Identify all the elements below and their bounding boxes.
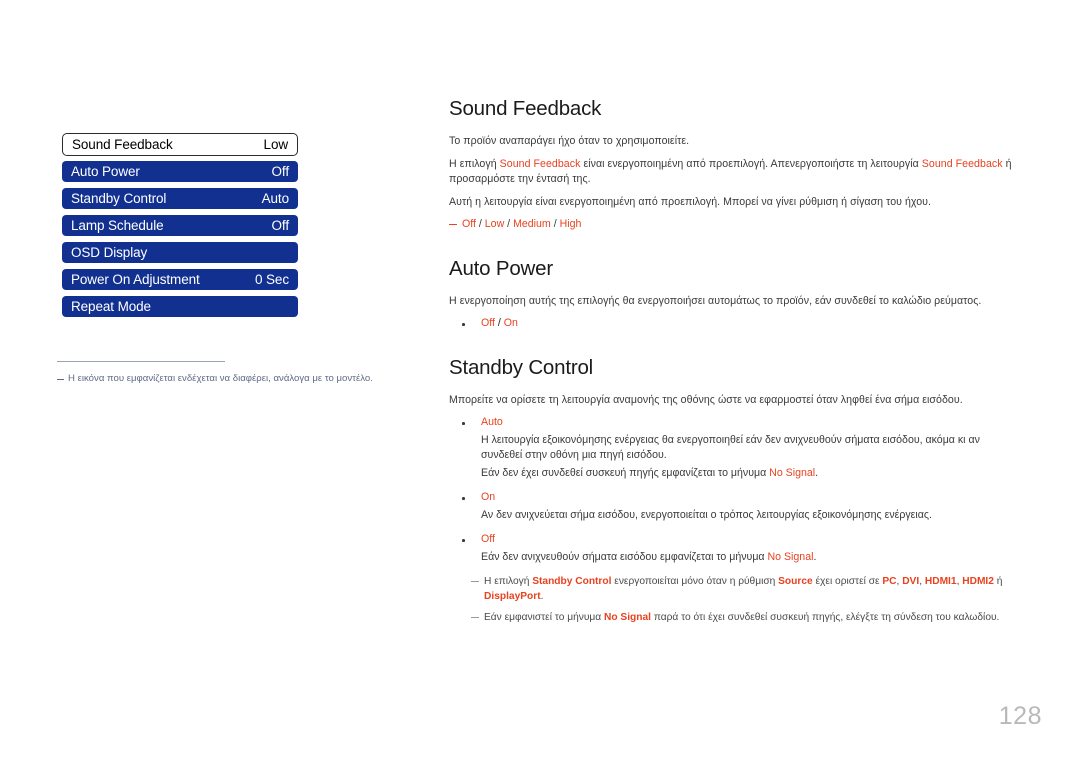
heading-auto-power: Auto Power: [449, 256, 553, 280]
text-seg: .: [813, 550, 817, 563]
bullet-auto-line-1: Η λειτουργία εξοικονόμησης ενέργειας θα …: [481, 433, 980, 462]
osd-row-standby-control[interactable]: Standby Control Auto: [62, 188, 298, 209]
text-seg: ενεργοποιείται μόνο όταν η ρύθμιση: [611, 576, 779, 587]
paragraph-sound-feedback-2: Η επιλογή Sound Feedback είναι ενεργοποι…: [449, 157, 1012, 188]
osd-row-value: Auto: [261, 191, 289, 206]
highlight-no-signal: No Signal: [769, 466, 816, 479]
osd-row-label: Auto Power: [71, 164, 140, 179]
osd-row-value: Off: [271, 164, 290, 179]
text-seg: .: [815, 466, 819, 479]
highlight-displayport: DisplayPort: [484, 591, 541, 602]
text-seg: παρά το ότι έχει συνδεθεί συσκευή πηγής,…: [650, 612, 1000, 623]
paragraph-standby-control-1: Μπορείτε να ορίσετε τη λειτουργία αναμον…: [449, 393, 963, 406]
note-no-signal-check-cable: Εάν εμφανιστεί το μήνυμα No Signal παρά …: [471, 610, 1012, 625]
manual-page: Sound Feedback Low Auto Power Off Standb…: [0, 0, 1080, 763]
sep: /: [475, 218, 485, 230]
page-number: 128: [998, 702, 1042, 730]
bullet-label-auto: Auto: [449, 415, 1012, 431]
footnote-text: Η εικόνα που εμφανίζεται ενδέχεται να δι…: [68, 373, 373, 384]
osd-row-label: Lamp Schedule: [71, 218, 164, 233]
osd-row-sound-feedback[interactable]: Sound Feedback Low: [62, 133, 298, 156]
text-seg: Εάν δεν ανιχνευθούν σήματα εισόδου εμφαν…: [481, 550, 768, 563]
highlight-hdmi2: HDMI2: [962, 576, 994, 587]
manual-content: Sound Feedback Το προϊόν αναπαράγει ήχο …: [449, 97, 1012, 631]
osd-menu: Sound Feedback Low Auto Power Off Standb…: [62, 133, 298, 317]
osd-row-label: Sound Feedback: [72, 137, 173, 152]
option-off: Off: [481, 317, 495, 329]
osd-row-value: Low: [263, 137, 289, 152]
bullet-off-line-1: Εάν δεν ανιχνευθούν σήματα εισόδου εμφαν…: [449, 550, 1012, 566]
bullet-label-text: Off: [481, 533, 495, 545]
highlight-standby-control: Standby Control: [532, 576, 612, 587]
text-seg: έχει οριστεί σε: [812, 576, 883, 587]
osd-row-repeat-mode[interactable]: Repeat Mode: [62, 296, 298, 317]
highlight-no-signal: No Signal: [604, 612, 651, 623]
options-sound-feedback: Off / Low / Medium / High: [449, 217, 1012, 233]
option-on: On: [503, 317, 518, 329]
bullet-auto-line-2: Εάν δεν έχει συνδεθεί συσκευή πηγής εμφα…: [449, 466, 1012, 482]
osd-row-label: OSD Display: [71, 245, 148, 260]
text-seg: Εάν δεν έχει συνδεθεί συσκευή πηγής εμφα…: [481, 466, 770, 479]
osd-row-label: Power On Adjustment: [71, 272, 200, 287]
bullet-on-line-1: Αν δεν ανιχνεύεται σήμα εισόδου, ενεργοπ…: [481, 508, 932, 521]
dash-marker-icon: [471, 617, 479, 619]
text-seg: είναι ενεργοποιημένη από προεπιλογή. Απε…: [580, 157, 922, 170]
sep: /: [494, 317, 504, 329]
bullet-block-auto: Auto Η λειτουργία εξοικονόμησης ενέργεια…: [449, 415, 1012, 481]
bullet-block-off: Off Εάν δεν ανιχνευθούν σήματα εισόδου ε…: [449, 532, 1012, 565]
text-seg: Η επιλογή: [449, 157, 500, 170]
text-seg: ή: [993, 576, 1003, 587]
osd-row-power-on-adjustment[interactable]: Power On Adjustment 0 Sec: [62, 269, 298, 290]
highlight-sound-feedback-1: Sound Feedback: [499, 157, 581, 170]
dash-marker-icon: [471, 581, 479, 583]
highlight-pc: PC: [882, 576, 897, 587]
paragraph-auto-power-1: Η ενεργοποίηση αυτής της επιλογής θα ενε…: [449, 294, 982, 307]
highlight-dvi: DVI: [902, 576, 920, 587]
highlight-no-signal: No Signal: [767, 550, 814, 563]
text-seg: Εάν εμφανιστεί το μήνυμα: [484, 612, 604, 623]
osd-row-label: Standby Control: [71, 191, 167, 206]
paragraph-sound-feedback-3: Αυτή η λειτουργία είναι ενεργοποιημένη α…: [449, 195, 932, 208]
highlight-source: Source: [778, 576, 813, 587]
note-text: Η επιλογή Standby Control ενεργοποιείται…: [484, 574, 1012, 604]
option-medium: Medium: [513, 218, 551, 230]
bullet-label-text: Auto: [481, 416, 503, 428]
osd-row-value: Off: [271, 218, 290, 233]
text-seg: Η επιλογή: [484, 576, 533, 587]
sep: /: [550, 218, 560, 230]
dash-marker-icon: [449, 224, 457, 226]
option-low: Low: [484, 218, 505, 230]
osd-row-lamp-schedule[interactable]: Lamp Schedule Off: [62, 215, 298, 236]
standby-control-notes: Η επιλογή Standby Control ενεργοποιείται…: [449, 574, 1012, 625]
text-seg: .: [540, 591, 544, 602]
bullet-label-on: On: [449, 490, 1012, 506]
illustration-footnote: Η εικόνα που εμφανίζεται ενδέχεται να δι…: [57, 361, 407, 386]
osd-row-osd-display[interactable]: OSD Display: [62, 242, 298, 263]
footnote-row: Η εικόνα που εμφανίζεται ενδέχεται να δι…: [57, 372, 407, 386]
highlight-hdmi1: HDMI1: [924, 576, 957, 587]
highlight-sound-feedback-2: Sound Feedback: [921, 157, 1003, 170]
osd-row-value: 0 Sec: [254, 272, 289, 287]
note-source-requirement: Η επιλογή Standby Control ενεργοποιείται…: [471, 574, 1012, 604]
footnote-divider: [57, 361, 225, 362]
bullet-label-off: Off: [449, 532, 1012, 548]
heading-standby-control: Standby Control: [449, 355, 594, 379]
heading-sound-feedback: Sound Feedback: [449, 97, 602, 120]
bullet-label-text: On: [481, 491, 496, 503]
option-high: High: [559, 218, 582, 230]
note-text: Εάν εμφανιστεί το μήνυμα No Signal παρά …: [484, 610, 999, 625]
bullet-block-on: On Αν δεν ανιχνεύεται σήμα εισόδου, ενερ…: [449, 490, 1012, 523]
options-auto-power: Off / On: [449, 316, 1012, 332]
options-list: Off / Low / Medium / High: [462, 217, 581, 233]
osd-row-auto-power[interactable]: Auto Power Off: [62, 161, 298, 182]
option-off: Off: [462, 218, 476, 230]
osd-menu-illustration: Sound Feedback Low Auto Power Off Standb…: [62, 133, 312, 323]
paragraph-sound-feedback-1: Το προϊόν αναπαράγει ήχο όταν το χρησιμο…: [449, 135, 690, 147]
dash-marker-icon: [57, 379, 64, 380]
osd-row-label: Repeat Mode: [71, 299, 151, 314]
sep: /: [504, 218, 514, 230]
